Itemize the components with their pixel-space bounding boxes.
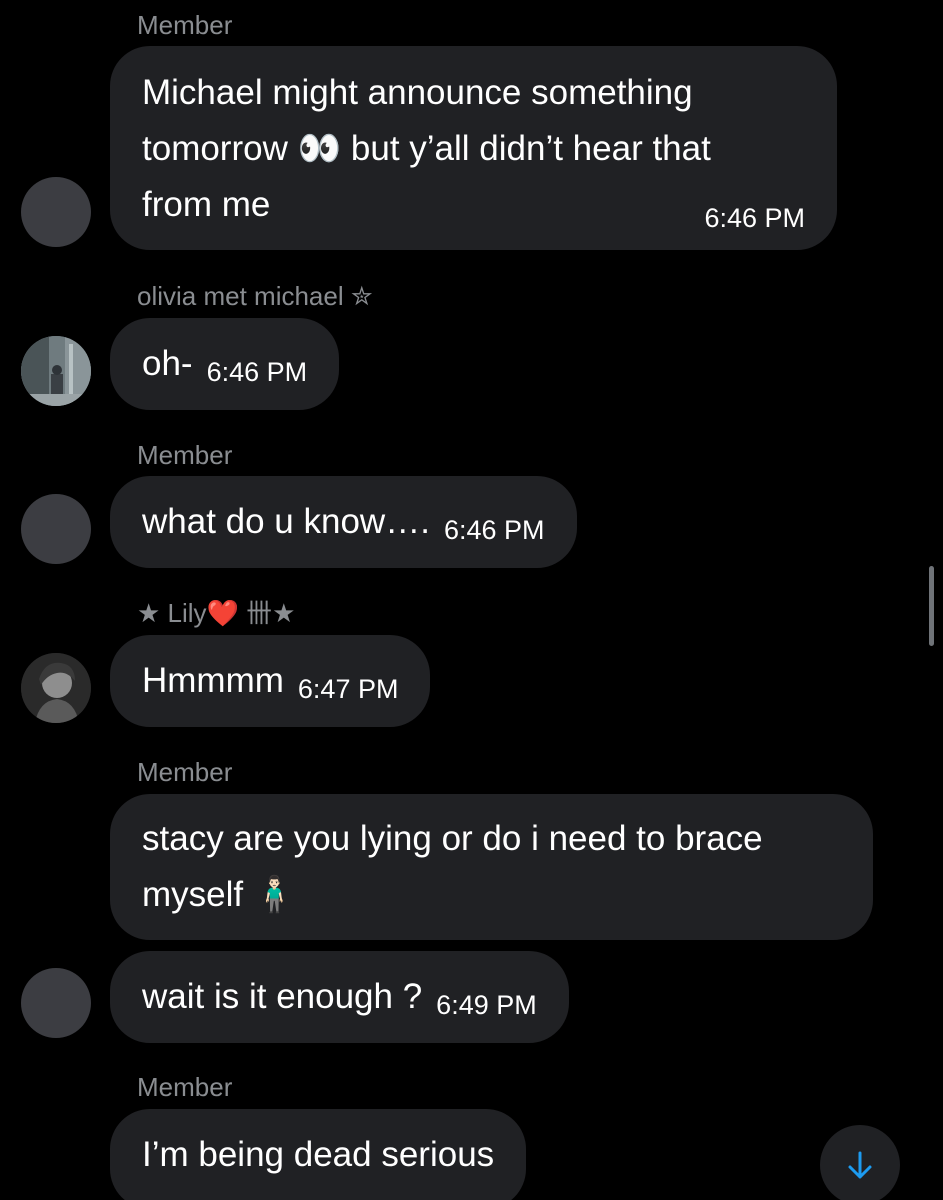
message-bubble[interactable]: I’m being dead serious: [110, 1109, 527, 1200]
message-bubble[interactable]: stacy are you lying or do i need to brac…: [110, 794, 873, 940]
message-timestamp: 6:47 PM: [297, 674, 399, 704]
avatar[interactable]: [21, 336, 91, 406]
avatar[interactable]: [21, 177, 91, 247]
message-timestamp: 6:46 PM: [443, 515, 545, 545]
scroll-to-bottom-button[interactable]: [820, 1125, 900, 1200]
scrollbar[interactable]: [929, 566, 934, 646]
sender-name: Member: [137, 757, 233, 787]
sender-name: ★ Lily❤️ 卌★: [137, 598, 296, 628]
message-text: oh-: [142, 344, 193, 383]
message-timestamp: 6:46 PM: [206, 357, 308, 387]
message-bubble[interactable]: wait is it enough ? 6:49 PM: [110, 951, 569, 1043]
avatar[interactable]: [21, 494, 91, 564]
message-text: wait is it enough ?: [142, 977, 423, 1016]
message-timestamp: 6:49 PM: [436, 990, 537, 1020]
message-text: Hmmmm: [142, 661, 284, 700]
message-timestamp: 6:46 PM: [704, 203, 805, 233]
message-line: myself 🧍🏻‍♂️: [142, 875, 297, 914]
message-bubble[interactable]: Michael might announce something tomorro…: [110, 46, 837, 250]
message-text: I’m being dead serious: [142, 1135, 495, 1174]
chat-thread[interactable]: Member Michael might announce something …: [0, 0, 943, 1200]
sender-name: Member: [137, 440, 233, 470]
arrow-down-icon: [848, 1151, 872, 1179]
message-line: stacy are you lying or do i need to brac…: [142, 819, 763, 858]
avatar[interactable]: [21, 968, 91, 1038]
message-line: Michael might announce something: [142, 73, 693, 112]
message-bubble[interactable]: oh- 6:46 PM: [110, 318, 340, 410]
avatar[interactable]: [21, 653, 91, 723]
sender-name: olivia met michael ✮: [137, 281, 373, 311]
message-bubble[interactable]: Hmmmm 6:47 PM: [110, 635, 431, 727]
message-line: tomorrow 👀 but y’all didn’t hear that: [142, 129, 711, 168]
sender-name: Member: [137, 10, 233, 40]
sender-name: Member: [137, 1072, 233, 1102]
message-bubble[interactable]: what do u know…. 6:46 PM: [110, 476, 577, 568]
message-text: what do u know….: [142, 502, 430, 541]
